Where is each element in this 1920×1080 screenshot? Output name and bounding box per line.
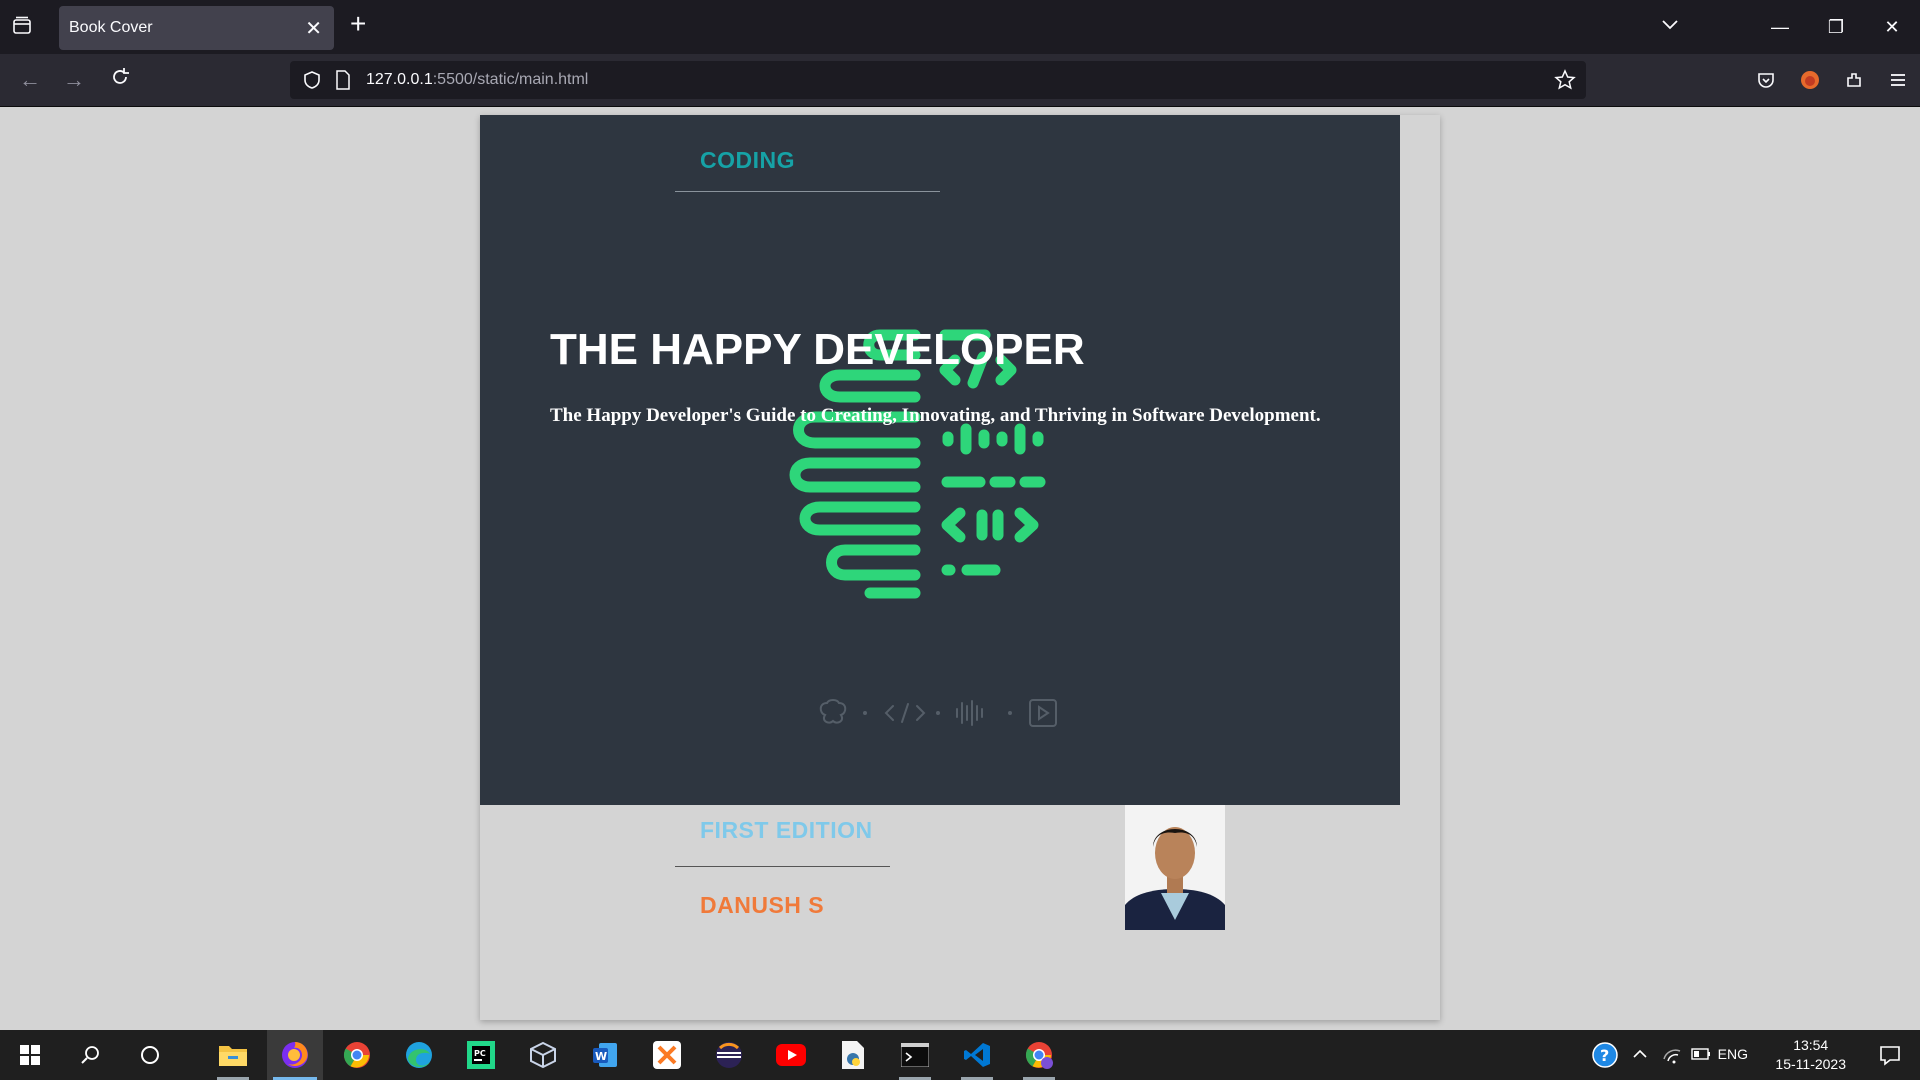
book-cover: CODING THE HAPPY DEVELOPER The Happy Dev… (480, 115, 1400, 805)
menu-icon[interactable] (1876, 54, 1920, 106)
category-divider (675, 191, 940, 192)
chrome-profile-icon[interactable] (1011, 1030, 1067, 1080)
chrome-icon[interactable] (329, 1030, 385, 1080)
youtube-icon[interactable] (763, 1030, 819, 1080)
firefox-icon[interactable] (267, 1030, 323, 1080)
page-info-icon[interactable] (335, 70, 351, 90)
browser-tab[interactable]: Book Cover ✕ (59, 6, 334, 50)
battery-icon[interactable] (1690, 1046, 1712, 1065)
list-all-tabs-icon[interactable] (1660, 14, 1680, 40)
account-avatar-icon[interactable] (1788, 54, 1832, 106)
reload-button[interactable] (106, 66, 134, 94)
tab-bar: Book Cover ✕ + — ❐ ✕ (0, 0, 1920, 54)
minimize-button[interactable]: — (1752, 0, 1808, 54)
back-button[interactable]: ← (16, 66, 44, 94)
clock[interactable]: 13:54 15-11-2023 (1775, 1036, 1846, 1074)
vscode-icon[interactable] (949, 1030, 1005, 1080)
pocket-icon[interactable] (1744, 54, 1788, 106)
new-tab-button[interactable]: + (350, 10, 366, 38)
book-subtitle: The Happy Developer's Guide to Creating,… (550, 405, 1321, 426)
waveform-icon (956, 700, 983, 726)
feature-icons-row (819, 699, 1057, 727)
notifications-icon[interactable] (1878, 1043, 1902, 1070)
svg-text:PC: PC (474, 1049, 486, 1058)
terminal-icon[interactable] (887, 1030, 943, 1080)
close-tab-icon[interactable]: ✕ (305, 16, 322, 41)
word-icon[interactable]: W (577, 1030, 633, 1080)
author-name: DANUSH S (700, 892, 825, 918)
book-page: CODING THE HAPPY DEVELOPER The Happy Dev… (480, 115, 1440, 1020)
clock-time: 13:54 (1793, 1037, 1829, 1053)
edition-label: FIRST EDITION (700, 817, 873, 843)
python-file-icon[interactable] (825, 1030, 881, 1080)
close-window-button[interactable]: ✕ (1864, 0, 1920, 54)
search-icon[interactable] (62, 1030, 118, 1080)
book-title: THE HAPPY DEVELOPER (550, 325, 1085, 374)
xampp-icon[interactable] (639, 1030, 695, 1080)
system-tray: ? ENG 13:54 15-11-2023 (1580, 1030, 1920, 1080)
start-button[interactable] (2, 1030, 58, 1080)
address-bar[interactable]: 127.0.0.1:5500/static/main.html (290, 61, 1586, 99)
svg-text:W: W (595, 1050, 607, 1063)
page-viewport: CODING THE HAPPY DEVELOPER The Happy Dev… (0, 107, 1920, 1029)
code-icon (884, 703, 926, 723)
eclipse-icon[interactable] (701, 1030, 757, 1080)
bookmark-star-icon[interactable] (1554, 69, 1576, 91)
tab-list-icon[interactable] (10, 14, 38, 42)
video-icon (1029, 699, 1057, 727)
edition-divider (675, 866, 890, 867)
tracking-protection-icon[interactable] (302, 70, 322, 90)
navigation-bar: ← → 127.0.0.1:5500/static/main.html (0, 54, 1920, 107)
language-indicator[interactable]: ENG (1718, 1046, 1748, 1062)
taskbar: PC W ? ENG 13:54 15-11-2023 (0, 1030, 1920, 1080)
brain-icon (819, 699, 847, 724)
virtualbox-icon[interactable] (515, 1030, 571, 1080)
forward-button[interactable]: → (60, 66, 88, 94)
category-label: CODING (700, 147, 795, 173)
tab-title: Book Cover (69, 19, 153, 36)
extensions-icon[interactable] (1832, 54, 1876, 106)
svg-text:?: ? (1600, 1046, 1609, 1065)
cortana-icon[interactable] (122, 1030, 178, 1080)
file-explorer-icon[interactable] (205, 1030, 261, 1080)
url-text: 127.0.0.1:5500/static/main.html (366, 71, 589, 88)
help-icon[interactable]: ? (1592, 1042, 1618, 1071)
restore-button[interactable]: ❐ (1808, 0, 1864, 54)
network-icon[interactable] (1662, 1045, 1682, 1068)
show-hidden-icons-icon[interactable] (1632, 1046, 1648, 1065)
author-photo (1125, 805, 1225, 930)
clock-date: 15-11-2023 (1775, 1056, 1846, 1072)
edge-icon[interactable] (391, 1030, 447, 1080)
pycharm-icon[interactable]: PC (453, 1030, 509, 1080)
